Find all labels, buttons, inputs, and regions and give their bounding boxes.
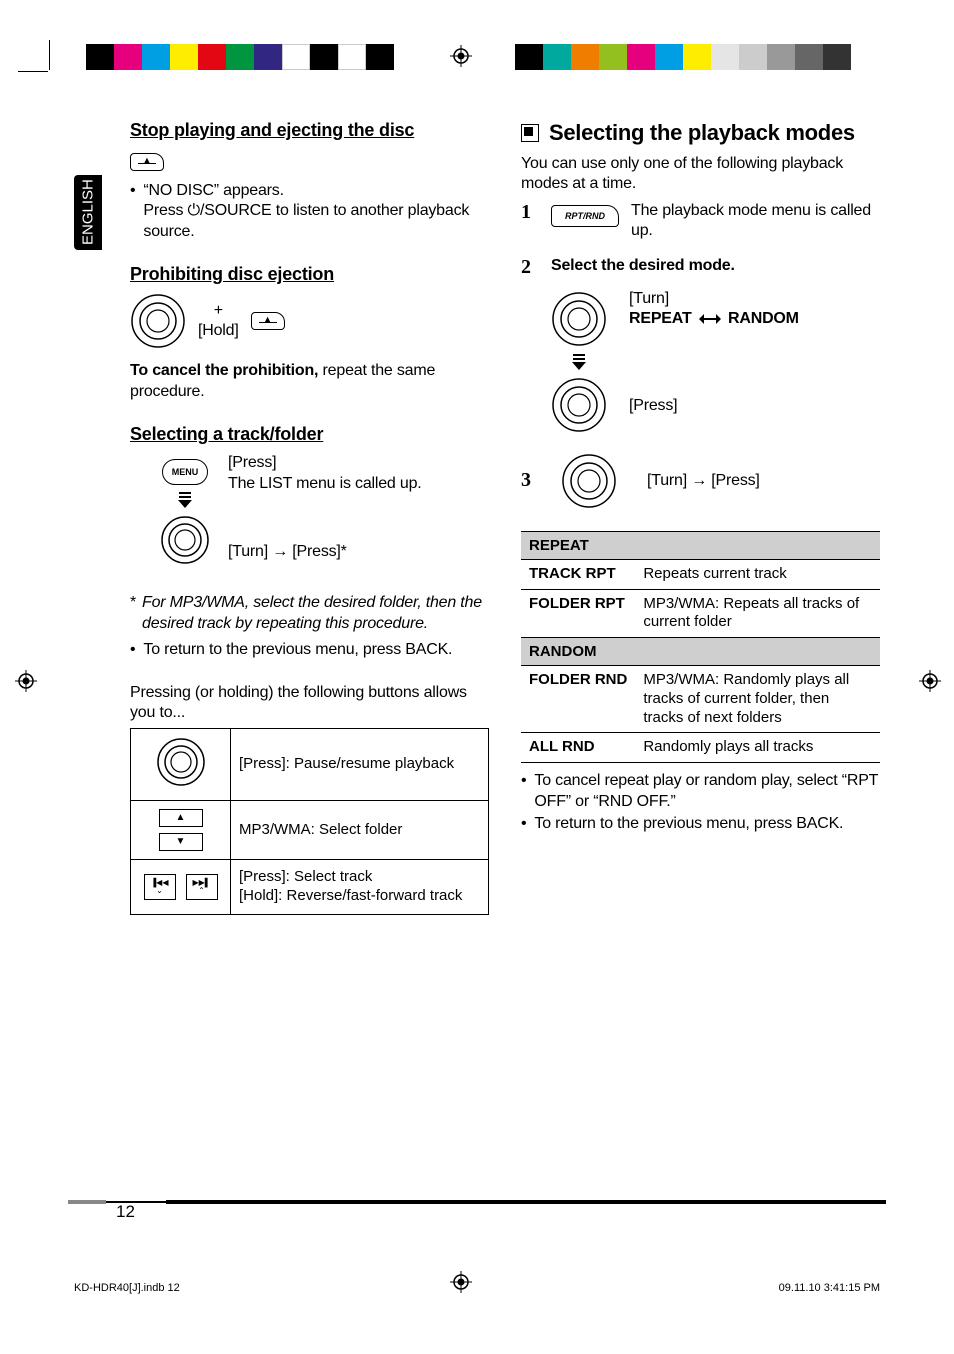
return-prev-bullet: •To return to the previous menu, press B…	[130, 640, 489, 660]
skip-cell: ▐◀◀⌄ ▶▶▌⌃	[131, 860, 231, 915]
footer-time: 09.11.10 3:41:15 PM	[779, 1282, 880, 1294]
track-rpt-desc: Repeats current track	[635, 559, 880, 589]
turn-label: [Turn]	[629, 289, 799, 309]
prev-track-icon: ▐◀◀⌄	[144, 874, 176, 900]
track-rpt-label: TRACK RPT	[521, 559, 635, 589]
knob-icon	[160, 515, 210, 565]
down-arrow-icon	[176, 491, 194, 509]
heading-prohibit: Prohibiting disc ejection	[130, 264, 489, 285]
pause-desc: [Press]: Pause/resume playback	[231, 728, 489, 801]
random-header: RANDOM	[521, 638, 880, 666]
table-row: TRACK RPTRepeats current track	[521, 559, 880, 589]
repeat-random-label: REPEAT RANDOM	[629, 309, 799, 329]
modes-intro-text: You can use only one of the following pl…	[521, 154, 880, 195]
turn-press-label: [Turn] → [Press]	[647, 471, 760, 491]
knob-icon	[156, 737, 206, 787]
menu-button-icon: MENU	[162, 459, 208, 485]
crop-mark	[49, 40, 50, 70]
cancel-prohibition-text: To cancel the prohibition, repeat the sa…	[130, 361, 489, 402]
folder-desc: MP3/WMA: Select folder	[231, 801, 489, 860]
press-label: [Press]	[629, 396, 799, 416]
page: ENGLISH Stop playing and ejecting the di…	[0, 0, 954, 1354]
folder-rpt-label: FOLDER RPT	[521, 589, 635, 638]
step-number: 3	[521, 469, 539, 492]
footer-bar	[68, 1200, 886, 1204]
next-track-icon: ▶▶▌⌃	[186, 874, 218, 900]
step-number: 1	[521, 201, 539, 224]
select-track-diagram: MENU	[160, 459, 210, 565]
table-row: FOLDER RPTMP3/WMA: Repeats all tracks of…	[521, 589, 880, 638]
all-rnd-desc: Randomly plays all tracks	[635, 733, 880, 763]
no-disc-bullet: • “NO DISC” appears. Press ⏻/SOURCE to l…	[130, 181, 489, 242]
footer-file: KD-HDR40[J].indb 12	[74, 1282, 180, 1294]
eject-icon	[130, 153, 164, 171]
hold-label: [Hold]	[198, 321, 239, 341]
down-arrow-icon	[570, 353, 588, 371]
heading-stop-eject: Stop playing and ejecting the disc	[130, 120, 489, 141]
knob-icon	[561, 453, 617, 509]
buttons-table: [Press]: Pause/resume playback ▲ ▼ MP3/W…	[130, 728, 489, 915]
knob-icon	[130, 293, 186, 349]
heading-select-track: Selecting a track/folder	[130, 424, 489, 445]
folder-rnd-label: FOLDER RND	[521, 666, 635, 733]
knob-icon	[551, 377, 607, 433]
folder-rpt-desc: MP3/WMA: Repeats all tracks of current f…	[635, 589, 880, 638]
list-menu-text: The LIST menu is called up.	[228, 474, 422, 494]
press-source-text: Press ⏻/SOURCE to listen to another play…	[143, 202, 469, 239]
modes-table: REPEAT TRACK RPTRepeats current track FO…	[521, 531, 880, 763]
right-column: Selecting the playback modes You can use…	[521, 120, 880, 1240]
registration-mark-icon	[450, 45, 472, 67]
all-rnd-label: ALL RND	[521, 733, 635, 763]
knob-cell	[131, 728, 231, 801]
section-marker-icon	[521, 124, 539, 142]
up-button-icon: ▲	[159, 809, 203, 827]
asterisk: *	[130, 593, 136, 634]
color-bar-left	[86, 44, 394, 70]
table-row: FOLDER RNDMP3/WMA: Randomly plays all tr…	[521, 666, 880, 733]
folder-rnd-desc: MP3/WMA: Randomly plays all tracks of cu…	[635, 666, 880, 733]
plus-sign: +	[198, 301, 239, 321]
step-number: 2	[521, 256, 539, 279]
eject-icon	[251, 312, 285, 330]
footer-meta: KD-HDR40[J].indb 12 09.11.10 3:41:15 PM	[74, 1282, 880, 1294]
prohibit-diagram: + [Hold]	[130, 293, 489, 349]
knob-icon	[551, 291, 607, 347]
rpt-rnd-button-icon: RPT/RND	[551, 205, 619, 227]
step-3: 3 [Turn] → [Press]	[521, 453, 880, 509]
press-label: [Press]	[228, 453, 422, 473]
table-row: ▐◀◀⌄ ▶▶▌⌃ [Press]: Select track [Hold]: …	[131, 860, 489, 915]
updown-cell: ▲ ▼	[131, 801, 231, 860]
content-area: Stop playing and ejecting the disc • “NO…	[74, 120, 880, 1240]
table-row: [Press]: Pause/resume playback	[131, 728, 489, 801]
crop-mark	[18, 71, 48, 72]
step1-text: The playback mode menu is called up.	[631, 201, 880, 242]
turn-press-label: [Turn] → [Press]*	[228, 542, 422, 562]
table-row: ▲ ▼ MP3/WMA: Select folder	[131, 801, 489, 860]
page-number: 12	[116, 1202, 135, 1222]
step-2: 2 Select the desired mode.	[521, 256, 880, 279]
color-bar-right	[515, 44, 851, 70]
down-button-icon: ▼	[159, 833, 203, 851]
no-disc-text: “NO DISC” appears.	[143, 182, 283, 199]
track-desc: [Press]: Select track [Hold]: Reverse/fa…	[231, 860, 489, 915]
mp3-note-text: For MP3/WMA, select the desired folder, …	[142, 593, 489, 634]
double-arrow-icon	[696, 314, 724, 324]
left-column: Stop playing and ejecting the disc • “NO…	[74, 120, 489, 1240]
repeat-header: REPEAT	[521, 531, 880, 559]
bullet-dot: •	[130, 181, 135, 242]
registration-mark-icon	[919, 670, 941, 692]
mp3-note: * For MP3/WMA, select the desired folder…	[130, 593, 489, 634]
cancel-note-bullet: •To cancel repeat play or random play, s…	[521, 771, 880, 812]
buttons-intro-text: Pressing (or holding) the following butt…	[130, 683, 489, 724]
step2-diagram: [Turn] REPEAT RANDOM [Press]	[551, 285, 880, 439]
table-row: ALL RNDRandomly plays all tracks	[521, 733, 880, 763]
heading-playback-modes: Selecting the playback modes	[521, 120, 880, 146]
step-1: 1 RPT/RND The playback mode menu is call…	[521, 201, 880, 242]
step2-text: Select the desired mode.	[551, 256, 735, 276]
registration-mark-icon	[15, 670, 37, 692]
return-prev-bullet-right: •To return to the previous menu, press B…	[521, 814, 880, 834]
